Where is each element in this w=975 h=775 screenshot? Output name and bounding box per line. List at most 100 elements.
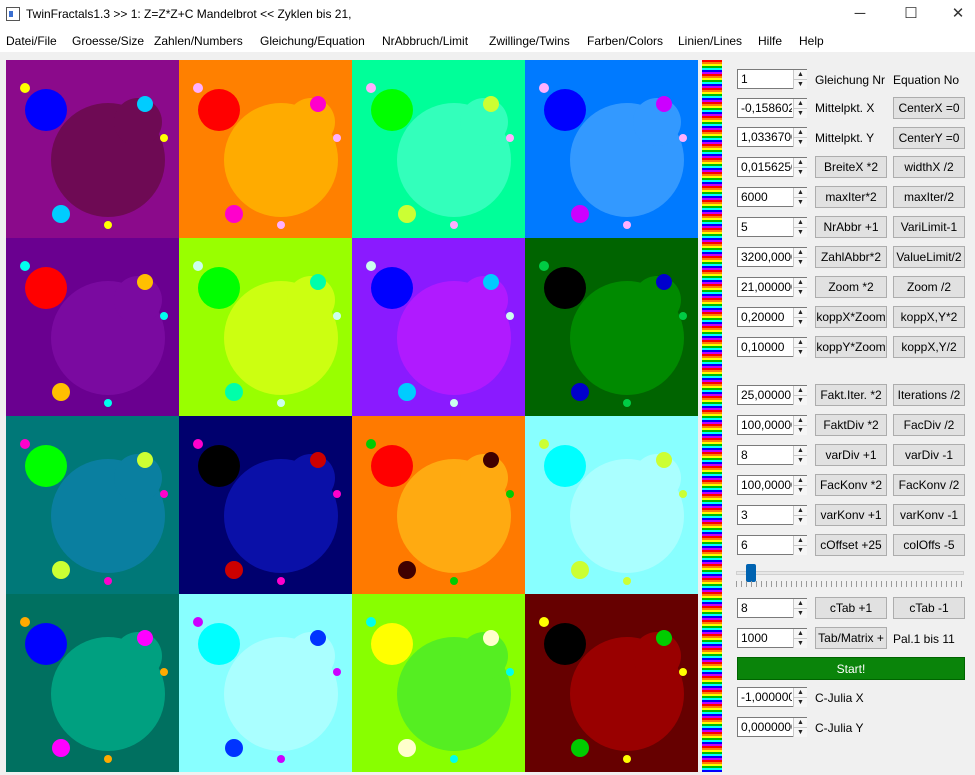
spin-down-icon[interactable]: ▼ — [793, 638, 807, 648]
tab-matrix-input[interactable] — [738, 629, 792, 647]
spin-down-icon[interactable]: ▼ — [793, 395, 807, 405]
zahl-abbr-input[interactable] — [738, 248, 792, 266]
minimize-button[interactable]: ─ — [837, 0, 883, 30]
spin-up-icon[interactable]: ▲ — [793, 218, 807, 227]
center-x-input[interactable] — [738, 99, 792, 117]
zoom-double-button[interactable]: Zoom *2 — [815, 276, 887, 298]
spin-up-icon[interactable]: ▲ — [793, 599, 807, 608]
center-y-spinbox[interactable]: ▲ ▼ — [737, 127, 807, 147]
spin-down-icon[interactable]: ▼ — [793, 455, 807, 465]
width-x-spinbox[interactable]: ▲ ▼ — [737, 157, 807, 177]
spin-up-icon[interactable]: ▲ — [793, 688, 807, 697]
fractal-tile[interactable] — [352, 60, 525, 238]
width-x-half-button[interactable]: widthX /2 — [893, 156, 965, 178]
spin-down-icon[interactable]: ▼ — [793, 227, 807, 237]
width-x-input[interactable] — [738, 158, 792, 176]
spin-down-icon[interactable]: ▼ — [793, 545, 807, 555]
var-konv-minus-button[interactable]: varKonv -1 — [893, 504, 965, 526]
fractal-tile[interactable] — [352, 238, 525, 416]
fractal-tile[interactable] — [525, 60, 698, 238]
c-offset-plus-button[interactable]: cOffset +25 — [815, 534, 887, 556]
c-julia-y-spinbox[interactable]: ▲ ▼ — [737, 717, 807, 737]
fractal-tile[interactable] — [179, 416, 352, 594]
nr-abbr-spinbox[interactable]: ▲ ▼ — [737, 217, 807, 237]
max-iter-half-button[interactable]: maxIter/2 — [893, 186, 965, 208]
menu-nrabbruch-limit[interactable]: NrAbbruch/Limit — [382, 34, 468, 48]
max-iter-spinbox[interactable]: ▲ ▼ — [737, 187, 807, 207]
slider-track[interactable] — [736, 571, 964, 575]
spin-up-icon[interactable]: ▲ — [793, 416, 807, 425]
spin-down-icon[interactable]: ▼ — [793, 317, 807, 327]
fractal-tile[interactable] — [179, 60, 352, 238]
spin-up-icon[interactable]: ▲ — [793, 158, 807, 167]
max-iter-double-button[interactable]: maxIter*2 — [815, 186, 887, 208]
spin-up-icon[interactable]: ▲ — [793, 308, 807, 317]
var-div-plus-button[interactable]: varDiv +1 — [815, 444, 887, 466]
spin-down-icon[interactable]: ▼ — [793, 137, 807, 147]
spin-up-icon[interactable]: ▲ — [793, 99, 807, 108]
spin-down-icon[interactable]: ▼ — [793, 79, 807, 89]
fractal-tile[interactable] — [6, 60, 179, 238]
nr-abbr-input[interactable] — [738, 218, 792, 236]
kopp-x-input[interactable] — [738, 308, 792, 326]
fakt-div-spinbox[interactable]: ▲ ▼ — [737, 415, 807, 435]
c-tab-minus-button[interactable]: cTab -1 — [893, 597, 965, 619]
spin-up-icon[interactable]: ▲ — [793, 338, 807, 347]
spin-down-icon[interactable]: ▼ — [793, 697, 807, 707]
fractal-tile[interactable] — [352, 416, 525, 594]
iterations-half-button[interactable]: Iterations /2 — [893, 384, 965, 406]
spin-up-icon[interactable]: ▲ — [793, 476, 807, 485]
var-konv-plus-button[interactable]: varKonv +1 — [815, 504, 887, 526]
close-button[interactable]: ✕ — [935, 0, 975, 30]
equation-nr-spinbox[interactable]: ▲ ▼ — [737, 69, 807, 89]
spin-up-icon[interactable]: ▲ — [793, 386, 807, 395]
fac-konv-half-button[interactable]: FacKonv /2 — [893, 474, 965, 496]
spin-up-icon[interactable]: ▲ — [793, 536, 807, 545]
c-julia-x-spinbox[interactable]: ▲ ▼ — [737, 687, 807, 707]
equation-nr-input[interactable] — [738, 70, 792, 88]
fractal-tile[interactable] — [6, 238, 179, 416]
zoom-spinbox[interactable]: ▲ ▼ — [737, 277, 807, 297]
spin-up-icon[interactable]: ▲ — [793, 506, 807, 515]
kopp-x-spinbox[interactable]: ▲ ▼ — [737, 307, 807, 327]
menu-farben-colors[interactable]: Farben/Colors — [587, 34, 663, 48]
menu-zahlen-numbers[interactable]: Zahlen/Numbers — [154, 34, 243, 48]
max-iter-input[interactable] — [738, 188, 792, 206]
spin-up-icon[interactable]: ▲ — [793, 128, 807, 137]
center-x-spinbox[interactable]: ▲ ▼ — [737, 98, 807, 118]
menu-zwillinge-twins[interactable]: Zwillinge/Twins — [489, 34, 570, 48]
var-konv-spinbox[interactable]: ▲ ▼ — [737, 505, 807, 525]
kopp-y-spinbox[interactable]: ▲ ▼ — [737, 337, 807, 357]
fac-konv-input[interactable] — [738, 476, 792, 494]
menu-gleichung-equation[interactable]: Gleichung/Equation — [260, 34, 365, 48]
center-y-input[interactable] — [738, 128, 792, 146]
value-limit-half-button[interactable]: ValueLimit/2 — [893, 246, 965, 268]
spin-down-icon[interactable]: ▼ — [793, 727, 807, 737]
c-tab-input[interactable] — [738, 599, 792, 617]
kopp-xy-double-button[interactable]: koppX,Y*2 — [893, 306, 965, 328]
spin-down-icon[interactable]: ▼ — [793, 347, 807, 357]
fac-konv-double-button[interactable]: FacKonv *2 — [815, 474, 887, 496]
spin-up-icon[interactable]: ▲ — [793, 70, 807, 79]
fractal-tile[interactable] — [179, 594, 352, 772]
var-div-minus-button[interactable]: varDiv -1 — [893, 444, 965, 466]
menu-groesse-size[interactable]: Groesse/Size — [72, 34, 144, 48]
tab-matrix-plus-button[interactable]: Tab/Matrix + — [815, 627, 887, 649]
fakt-iter-input[interactable] — [738, 386, 792, 404]
zahl-abbr-spinbox[interactable]: ▲ ▼ — [737, 247, 807, 267]
fakt-div-input[interactable] — [738, 416, 792, 434]
fractal-tile[interactable] — [6, 594, 179, 772]
fac-konv-spinbox[interactable]: ▲ ▼ — [737, 475, 807, 495]
spin-down-icon[interactable]: ▼ — [793, 608, 807, 618]
spin-down-icon[interactable]: ▼ — [793, 425, 807, 435]
spin-down-icon[interactable]: ▼ — [793, 287, 807, 297]
var-div-spinbox[interactable]: ▲ ▼ — [737, 445, 807, 465]
color-offset-slider[interactable] — [736, 562, 964, 587]
fractal-tile[interactable] — [6, 416, 179, 594]
kopp-y-zoom-button[interactable]: koppY*Zoom — [815, 336, 887, 358]
fractal-tile[interactable] — [179, 238, 352, 416]
spin-down-icon[interactable]: ▼ — [793, 167, 807, 177]
c-tab-spinbox[interactable]: ▲ ▼ — [737, 598, 807, 618]
kopp-y-input[interactable] — [738, 338, 792, 356]
c-julia-x-input[interactable] — [738, 688, 792, 706]
